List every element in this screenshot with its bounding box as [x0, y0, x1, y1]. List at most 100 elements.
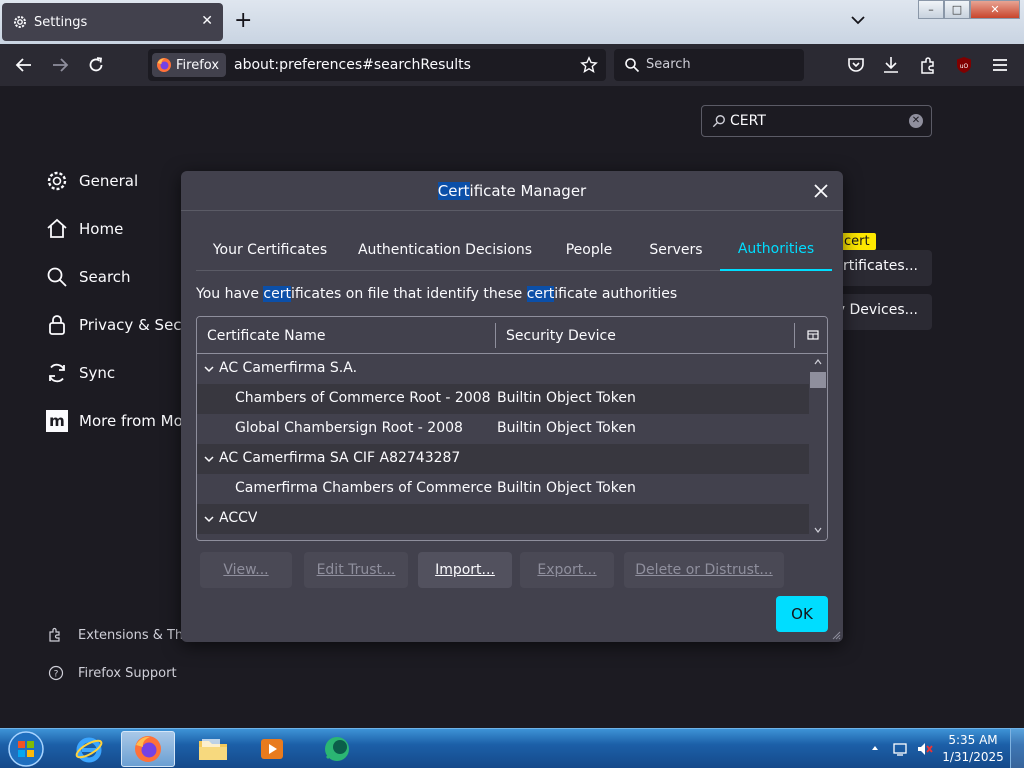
- url-text[interactable]: about:preferences#searchResults: [234, 57, 471, 73]
- find-value: CERT: [730, 113, 766, 129]
- sidebar-item-home[interactable]: Home: [45, 217, 123, 241]
- show-hidden-icons-icon[interactable]: [870, 743, 880, 753]
- svg-text:uO: uO: [960, 63, 969, 70]
- view-certificates-button[interactable]: rtificates...: [830, 250, 932, 286]
- ublock-origin-icon[interactable]: uO: [954, 55, 974, 75]
- chevron-down-icon[interactable]: [203, 453, 215, 465]
- resize-grip-icon[interactable]: [831, 630, 841, 640]
- export-button[interactable]: Export...: [520, 552, 614, 588]
- taskbar-app[interactable]: [310, 731, 364, 767]
- column-certificate-name[interactable]: Certificate Name: [207, 317, 325, 354]
- taskbar-internet-explorer[interactable]: [62, 731, 116, 767]
- group-name: ACCV: [219, 510, 258, 526]
- sidebar-item-search[interactable]: Search: [45, 265, 131, 289]
- show-desktop-button[interactable]: [1010, 729, 1024, 768]
- tab-settings[interactable]: Settings ✕: [2, 3, 223, 41]
- search-bar[interactable]: Search: [614, 49, 804, 81]
- column-splitter[interactable]: [794, 323, 795, 348]
- address-bar[interactable]: Firefox about:preferences#searchResults: [148, 49, 606, 81]
- chevron-down-icon[interactable]: [203, 513, 215, 525]
- tab-authorities[interactable]: Authorities: [720, 229, 832, 271]
- extensions-themes-link[interactable]: Extensions & The: [48, 627, 191, 643]
- new-tab-button[interactable]: +: [234, 9, 252, 33]
- taskbar-firefox[interactable]: [121, 731, 175, 767]
- forward-arrow-icon[interactable]: [50, 55, 70, 75]
- vertical-scrollbar[interactable]: [809, 354, 827, 540]
- action-center-flag-icon[interactable]: [892, 741, 908, 757]
- dialog-description: You have certificates on file that ident…: [196, 286, 677, 302]
- tab-authentication-decisions[interactable]: Authentication Decisions: [352, 229, 538, 271]
- sidebar-item-label: Search: [79, 268, 131, 286]
- sidebar-item-sync[interactable]: Sync: [45, 361, 115, 385]
- delete-or-distrust-button[interactable]: Delete or Distrust...: [624, 552, 784, 588]
- security-device: Builtin Object Token: [497, 480, 636, 496]
- downloads-icon[interactable]: [881, 55, 901, 75]
- security-device: Builtin Object Token: [497, 420, 636, 436]
- tab-servers[interactable]: Servers: [636, 229, 716, 271]
- bookmark-star-icon[interactable]: [580, 56, 598, 74]
- edit-trust-button[interactable]: Edit Trust...: [304, 552, 408, 588]
- minimize-button[interactable]: –: [918, 0, 944, 19]
- column-splitter[interactable]: [495, 323, 496, 348]
- certificate-manager-dialog: Cert ificate Manager Your Certificates Au…: [181, 171, 843, 642]
- tree-row[interactable]: Chambers of Commerce Root - 2008 Builtin…: [197, 384, 809, 414]
- scroll-down-arrow-icon[interactable]: [814, 526, 822, 534]
- tree-row-group[interactable]: AC Camerfirma S.A.: [197, 354, 809, 384]
- clear-search-icon[interactable]: ✕: [909, 114, 923, 128]
- navigation-toolbar: Firefox about:preferences#searchResults …: [0, 44, 1024, 86]
- group-name: AC Camerfirma S.A.: [219, 360, 358, 376]
- close-window-button[interactable]: ✕: [970, 0, 1020, 19]
- window-controls: – □ ✕: [918, 0, 1020, 20]
- menu-hamburger-icon[interactable]: [990, 55, 1010, 75]
- tab-your-certificates[interactable]: Your Certificates: [196, 229, 344, 271]
- taskbar-file-explorer[interactable]: [186, 731, 240, 767]
- tree-row-group[interactable]: AC Camerfirma SA CIF A82743287: [197, 444, 809, 474]
- ok-button[interactable]: OK: [776, 596, 828, 632]
- chevron-down-icon[interactable]: [850, 12, 866, 28]
- view-button[interactable]: View...: [200, 552, 292, 588]
- firefox-icon: [157, 58, 171, 72]
- desc-text: ificates on file that identify these: [290, 286, 527, 302]
- tree-row[interactable]: Camerfirma Chambers of Commerce ... Buil…: [197, 474, 809, 504]
- mozilla-icon: m: [46, 410, 68, 432]
- find-in-settings-input[interactable]: CERT ✕: [701, 105, 932, 137]
- firefox-support-link[interactable]: ? Firefox Support: [48, 665, 177, 681]
- security-devices-button[interactable]: y Devices...: [830, 294, 932, 330]
- certificate-tree[interactable]: Certificate Name Security Device AC Came…: [196, 316, 828, 541]
- tab-title: Settings: [34, 14, 88, 30]
- system-clock[interactable]: 5:35 AM 1/31/2025: [940, 732, 1006, 766]
- column-picker-icon[interactable]: [807, 329, 819, 341]
- close-icon[interactable]: [811, 181, 831, 201]
- svg-text:m: m: [49, 412, 65, 430]
- certificate-name: Global Chambersign Root - 2008: [235, 420, 463, 436]
- pocket-icon[interactable]: [846, 55, 866, 75]
- clock-date: 1/31/2025: [942, 750, 1004, 764]
- column-security-device[interactable]: Security Device: [506, 317, 616, 354]
- certificate-name: Camerfirma Chambers of Commerce ...: [235, 480, 495, 496]
- tab-close-icon[interactable]: ✕: [201, 13, 213, 29]
- identity-box[interactable]: Firefox: [152, 53, 227, 77]
- tab-strip: Settings ✕ + – □ ✕: [0, 0, 1024, 44]
- maximize-button[interactable]: □: [944, 0, 970, 19]
- sidebar-item-label: Privacy & Secu: [79, 316, 192, 334]
- sidebar-item-general[interactable]: General: [45, 169, 138, 193]
- tree-row[interactable]: Global Chambersign Root - 2008 Builtin O…: [197, 414, 809, 444]
- taskbar-media-player[interactable]: [245, 731, 299, 767]
- scrollbar-thumb[interactable]: [810, 372, 826, 388]
- sidebar-item-more-from-mozilla[interactable]: m More from Mo: [45, 409, 183, 433]
- tab-people[interactable]: People: [546, 229, 632, 271]
- back-arrow-icon[interactable]: [14, 55, 34, 75]
- start-button-icon[interactable]: [4, 730, 48, 768]
- reload-icon[interactable]: [86, 55, 106, 75]
- footer-link-label: Firefox Support: [78, 665, 177, 681]
- sidebar-item-privacy[interactable]: Privacy & Secu: [45, 313, 191, 337]
- scroll-up-arrow-icon[interactable]: [814, 358, 822, 366]
- svg-text:?: ?: [54, 670, 59, 680]
- internet-explorer-icon: [75, 737, 103, 763]
- extensions-puzzle-icon[interactable]: [918, 55, 938, 75]
- volume-muted-icon[interactable]: [916, 741, 934, 757]
- tree-row-group[interactable]: ACCV: [197, 504, 809, 534]
- chevron-down-icon[interactable]: [203, 363, 215, 375]
- app-icon: [325, 737, 349, 761]
- import-button[interactable]: Import...: [418, 552, 512, 588]
